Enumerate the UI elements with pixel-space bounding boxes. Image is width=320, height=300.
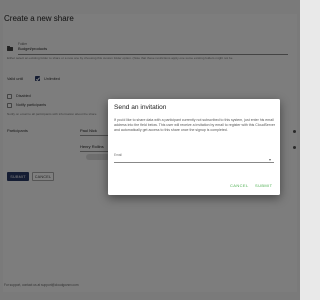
app-window: Create a new share Folder Budget/product… [0, 0, 300, 300]
dialog-submit-button[interactable]: SUBMIT [255, 183, 273, 188]
invitation-dialog: Send an invitation If you'd like to shar… [108, 99, 280, 195]
dialog-body-text: If you'd like to share data with a parti… [114, 118, 275, 132]
dialog-title: Send an invitation [114, 104, 167, 111]
dropdown-caret-icon[interactable] [269, 159, 271, 161]
email-input[interactable] [114, 157, 274, 163]
dialog-cancel-button[interactable]: CANCEL [230, 183, 249, 188]
